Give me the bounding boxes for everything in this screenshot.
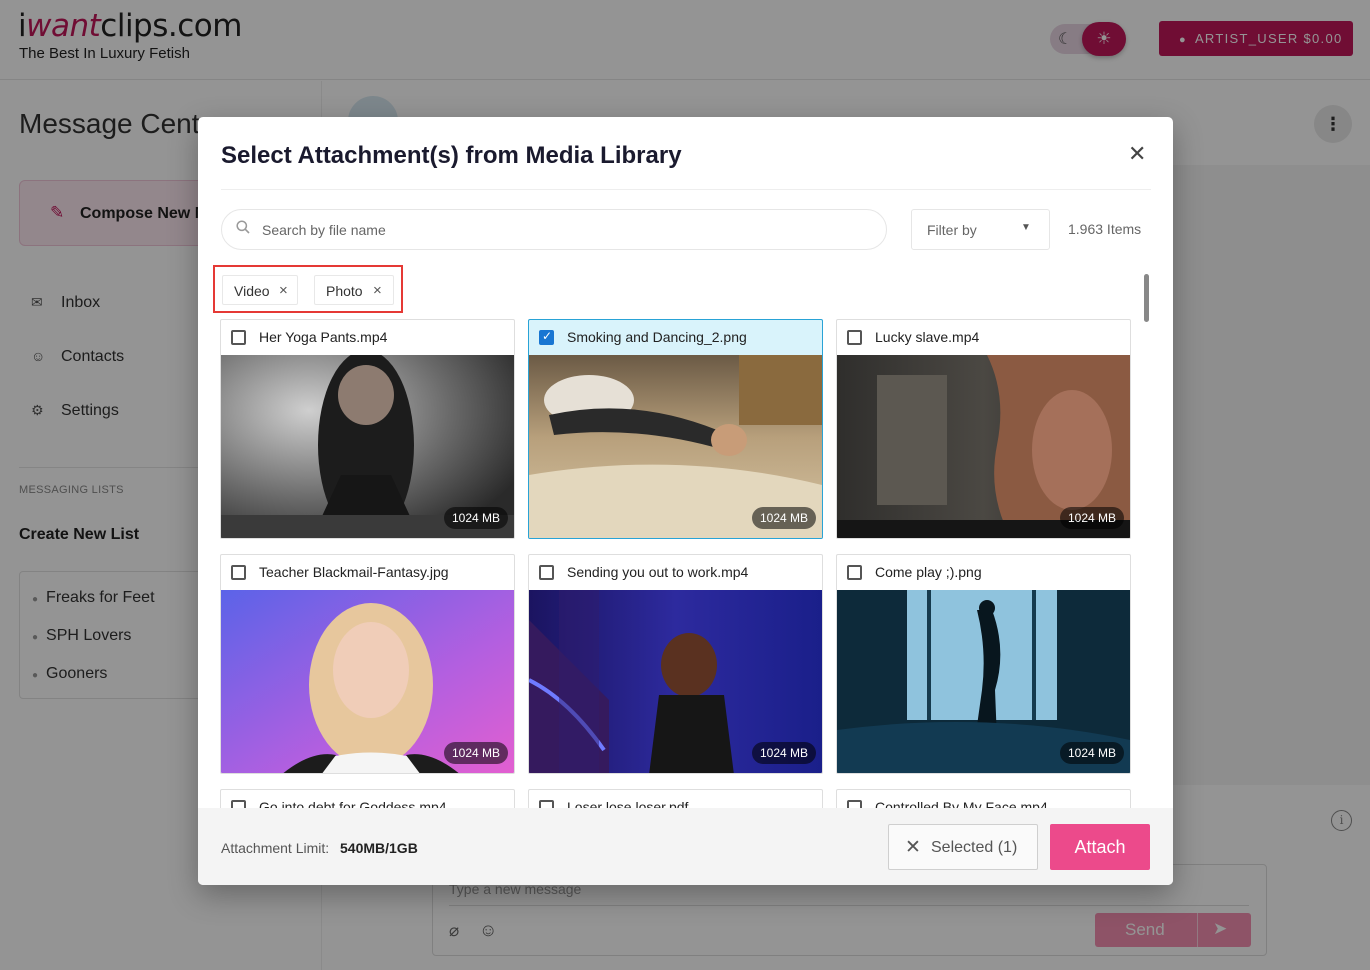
- file-size-badge: 1024 MB: [1059, 507, 1124, 529]
- media-card[interactable]: Her Yoga Pants.mp4 1024 MB: [220, 319, 515, 539]
- media-card[interactable]: Controlled By My Face.mp4: [836, 789, 1131, 808]
- media-card[interactable]: Sending you out to work.mp4 1024 MB: [528, 554, 823, 774]
- close-icon[interactable]: ×: [279, 282, 288, 299]
- close-icon[interactable]: ✕: [1128, 143, 1146, 165]
- file-name: Go into debt for Goddess.mp4: [259, 799, 447, 808]
- dialog-title: Select Attachment(s) from Media Library: [221, 142, 682, 169]
- media-grid: Her Yoga Pants.mp4 1024 MB ✓ Smoking and…: [198, 317, 1173, 808]
- close-icon[interactable]: ×: [373, 282, 382, 299]
- file-size-badge: 1024 MB: [1059, 742, 1124, 764]
- close-icon: ✕: [905, 837, 921, 858]
- file-name: Come play ;).png: [875, 564, 982, 580]
- select-checkbox[interactable]: [231, 565, 246, 580]
- attach-button[interactable]: Attach: [1050, 824, 1150, 870]
- check-icon: ✓: [542, 329, 553, 343]
- file-name: Loser lose loser.pdf: [567, 799, 689, 808]
- media-card[interactable]: Teacher Blackmail-Fantasy.jpg 1024 MB: [220, 554, 515, 774]
- file-size-badge: 1024 MB: [443, 507, 508, 529]
- media-card[interactable]: Come play ;).png 1024 MB: [836, 554, 1131, 774]
- selected-count-label: Selected (1): [931, 839, 1018, 856]
- search-icon: [236, 220, 250, 234]
- scrollbar-thumb[interactable]: [1144, 274, 1149, 322]
- caret-down-icon: ▼: [1021, 222, 1031, 233]
- file-name: Lucky slave.mp4: [875, 329, 980, 345]
- file-name: Teacher Blackmail-Fantasy.jpg: [259, 564, 449, 580]
- chip-label: Video: [234, 283, 270, 299]
- select-checkbox[interactable]: [847, 800, 862, 808]
- media-library-dialog: Select Attachment(s) from Media Library …: [198, 117, 1173, 885]
- search-input[interactable]: [262, 210, 862, 249]
- scrollbar-track[interactable]: [1144, 272, 1150, 808]
- filter-chip-video: Video ×: [222, 275, 298, 305]
- filter-chip-photo: Photo ×: [314, 275, 394, 305]
- file-name: Controlled By My Face.mp4: [875, 799, 1048, 808]
- media-card[interactable]: Loser lose loser.pdf: [528, 789, 823, 808]
- select-checkbox[interactable]: ✓: [539, 329, 554, 345]
- file-size-badge: 1024 MB: [443, 742, 508, 764]
- select-checkbox[interactable]: [847, 330, 862, 345]
- attachment-limit-label: Attachment Limit:: [221, 840, 330, 856]
- divider: [221, 189, 1151, 190]
- dialog-footer: Attachment Limit: 540MB/1GB ✕ Selected (…: [198, 808, 1173, 885]
- file-name: Sending you out to work.mp4: [567, 564, 749, 580]
- items-count: 1.963 Items: [1068, 221, 1142, 237]
- search-box: [221, 209, 887, 250]
- file-size-badge: 1024 MB: [751, 742, 816, 764]
- chip-label: Photo: [326, 283, 363, 299]
- attachment-limit-value: 540MB/1GB: [340, 840, 418, 856]
- filter-dropdown[interactable]: Filter by ▼: [911, 209, 1050, 250]
- select-checkbox[interactable]: [231, 800, 246, 808]
- file-size-badge: 1024 MB: [751, 507, 816, 529]
- active-filters: Video × Photo ×: [213, 265, 403, 313]
- filter-label: Filter by: [927, 222, 977, 238]
- media-card[interactable]: Go into debt for Goddess.mp4: [220, 789, 515, 808]
- file-name: Smoking and Dancing_2.png: [567, 329, 747, 345]
- select-checkbox[interactable]: [539, 800, 554, 808]
- media-card[interactable]: Lucky slave.mp4 1024 MB: [836, 319, 1131, 539]
- select-checkbox[interactable]: [231, 330, 246, 345]
- selected-count-button[interactable]: ✕ Selected (1): [888, 824, 1038, 870]
- media-card[interactable]: ✓ Smoking and Dancing_2.png 1024 MB: [528, 319, 823, 539]
- select-checkbox[interactable]: [847, 565, 862, 580]
- select-checkbox[interactable]: [539, 565, 554, 580]
- file-name: Her Yoga Pants.mp4: [259, 329, 388, 345]
